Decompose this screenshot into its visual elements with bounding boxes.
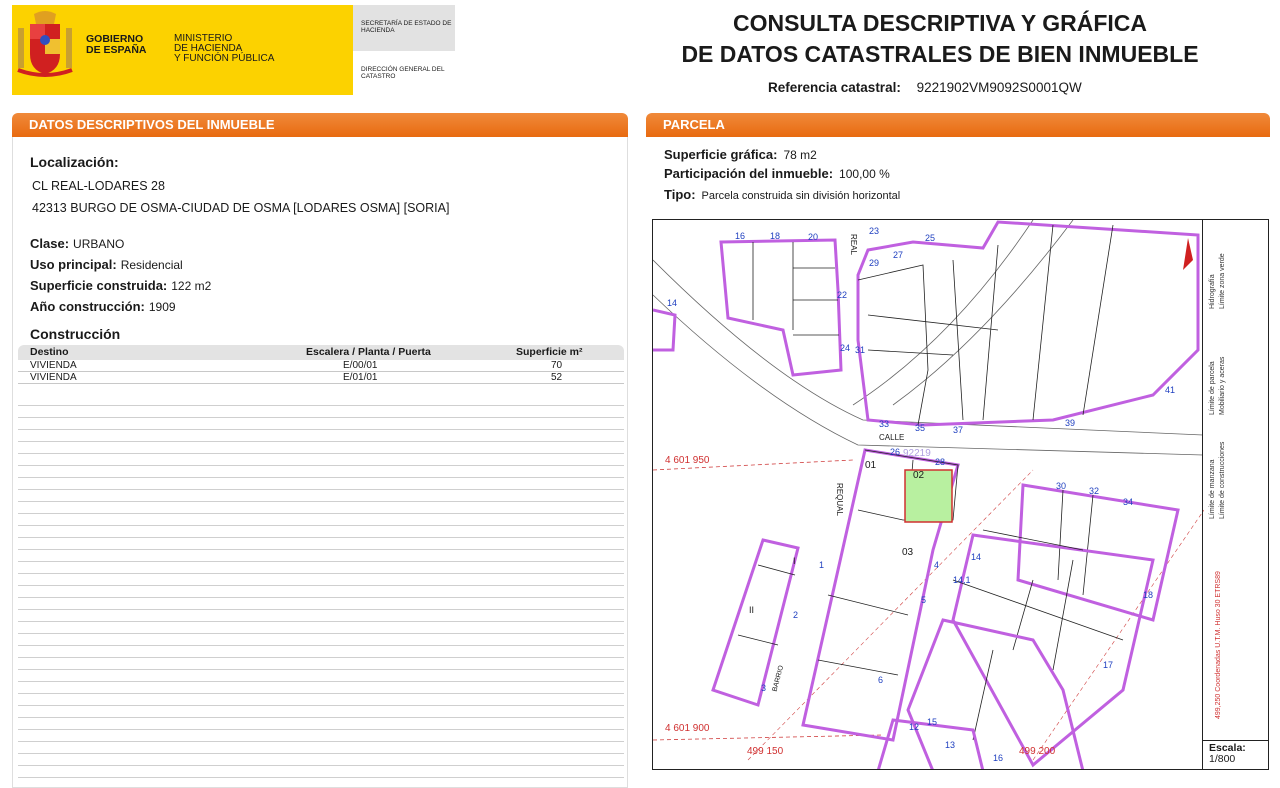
parcel-number: 26 <box>890 447 901 457</box>
parcel-number: 37 <box>953 425 964 435</box>
parcel-number: 13 <box>945 740 956 750</box>
parcel-number: 15 <box>927 717 938 727</box>
parcel-number: 31 <box>855 345 866 355</box>
parcel-number: 33 <box>879 419 890 429</box>
parcel-number: 22 <box>837 290 848 300</box>
cadastral-map[interactable]: REAL CALLE REQUAL BARRIO 16 18 20 22 24 … <box>652 219 1269 770</box>
parcel-number: 23 <box>869 226 880 236</box>
table-row: VIVIENDA E/01/01 52 <box>18 372 624 384</box>
parcel-number: 14 <box>667 298 678 308</box>
legend-coord-system: 499,250 Coordenadas U.T.M. Huso 30 ETRS8… <box>1215 571 1222 719</box>
parcel-number: II <box>749 605 755 615</box>
parcel-number: 28 <box>935 457 946 467</box>
gobierno-label: GOBIERNO DE ESPAÑA <box>86 33 147 56</box>
parcel-number: 14,1 <box>953 575 971 585</box>
street-label-real: REAL <box>848 234 858 255</box>
legend-parcela: Límite de parcela <box>1209 361 1216 415</box>
table-header: Destino Escalera / Planta / Puerta Super… <box>18 345 624 360</box>
legend-hidrografia: Hidrografía <box>1209 274 1216 309</box>
superficie-row: Superficie construida: 122 m2 <box>30 278 212 293</box>
map-drawing <box>653 220 1204 769</box>
superficie-grafica-row: Superficie gráfica: 78 m2 <box>664 147 817 162</box>
tipo-row: Tipo: Parcela construida sin división hor… <box>664 187 901 202</box>
anio-row: Año construcción: 1909 <box>30 299 176 314</box>
parcel-number: 24 <box>840 343 851 353</box>
direccion-label: DIRECCIÓN GENERAL DEL CATASTRO <box>361 66 445 80</box>
parcel-number: 5 <box>921 595 927 605</box>
parcel-number: 2 <box>793 610 799 620</box>
coord-y-bottom: 4 601 900 <box>665 723 710 734</box>
parcel-number: 20 <box>808 232 819 242</box>
parcel-number: 27 <box>893 250 904 260</box>
parcel-number: 01 <box>865 460 877 471</box>
section-header-parcela: PARCELA <box>646 113 1270 137</box>
parcel-number: 1 <box>819 560 825 570</box>
parcel-number: 02 <box>913 470 925 481</box>
participacion-row: Participación del inmueble: 100,00 % <box>664 166 890 181</box>
parcel-number: 12 <box>909 722 920 732</box>
parcel-number: 03 <box>902 547 914 558</box>
uso-row: Uso principal: Residencial <box>30 257 183 272</box>
parcel-number: 18 <box>770 231 781 241</box>
parcel-number: 41 <box>1165 385 1176 395</box>
ref-label: Referencia catastral: <box>768 80 901 95</box>
map-legend: Límite de manzana Límite de construccion… <box>1202 219 1269 740</box>
parcel-number: 35 <box>915 423 926 433</box>
parcel-number: 18 <box>1143 590 1154 600</box>
referencia-catastral: Referencia catastral: 9221902VM9092S0001… <box>768 80 1082 95</box>
coord-x-right: 499 200 <box>1019 746 1056 757</box>
section-header-datos: DATOS DESCRIPTIVOS DEL INMUEBLE <box>12 113 628 137</box>
parcel-number: 25 <box>925 233 936 243</box>
col-superficie: Superficie m² <box>516 346 583 358</box>
table-empty-rows <box>18 394 624 786</box>
street-label-calle: CALLE <box>879 433 905 442</box>
parcel-reference-label: 92219 <box>903 448 931 459</box>
col-destino: Destino <box>30 346 69 358</box>
parcel-number: 3 <box>761 683 767 693</box>
localizacion-label: Localización: <box>30 154 119 170</box>
legend-zona-verde: Límite zona verde <box>1219 253 1226 309</box>
legend-construcciones: Límite de construcciones <box>1219 441 1226 519</box>
parcel-number: 30 <box>1056 481 1067 491</box>
col-escalera: Escalera / Planta / Puerta <box>306 346 431 358</box>
street-label-requal: REQUAL <box>834 483 844 516</box>
parcel-number: 29 <box>869 258 880 268</box>
localizacion-line1: CL REAL-LODARES 28 <box>32 179 165 193</box>
map-scale: Escala: 1/800 <box>1202 740 1269 770</box>
construccion-title: Construcción <box>30 326 121 342</box>
construccion-table: Destino Escalera / Planta / Puerta Super… <box>18 345 624 384</box>
parcel-number: 39 <box>1065 418 1076 428</box>
clase-row: Clase: URBANO <box>30 236 125 251</box>
parcel-number: 17 <box>1103 660 1114 670</box>
coord-y-top: 4 601 950 <box>665 455 710 466</box>
page-title: CONSULTA DESCRIPTIVA Y GRÁFICA DE DATOS … <box>681 10 1199 67</box>
parcel-number: 14 <box>971 552 982 562</box>
coord-x-left: 499 150 <box>747 746 784 757</box>
parcel-number: 32 <box>1089 486 1100 496</box>
coat-of-arms-icon <box>17 11 73 77</box>
legend-manzana: Límite de manzana <box>1209 459 1216 519</box>
parcel-number: 16 <box>735 231 746 241</box>
scale-value: 1/800 <box>1209 753 1236 765</box>
parcel-number: 16 <box>993 753 1004 763</box>
parcel-number: 4 <box>934 560 940 570</box>
parcel-number: 6 <box>878 675 884 685</box>
localizacion-line2: 42313 BURGO DE OSMA-CIUDAD DE OSMA [LODA… <box>32 201 450 215</box>
legend-mobiliario: Mobiliario y aceras <box>1219 356 1226 415</box>
secretaria-label: SECRETARÍA DE ESTADO DE HACIENDA <box>361 20 452 34</box>
parcel-number: I <box>793 556 796 566</box>
ref-value: 9221902VM9092S0001QW <box>916 80 1082 95</box>
parcel-number: 34 <box>1123 497 1134 507</box>
ministry-label: MINISTERIO DE HACIENDA Y FUNCIÓN PÚBLICA <box>174 33 275 64</box>
table-row: VIVIENDA E/00/01 70 <box>18 360 624 372</box>
